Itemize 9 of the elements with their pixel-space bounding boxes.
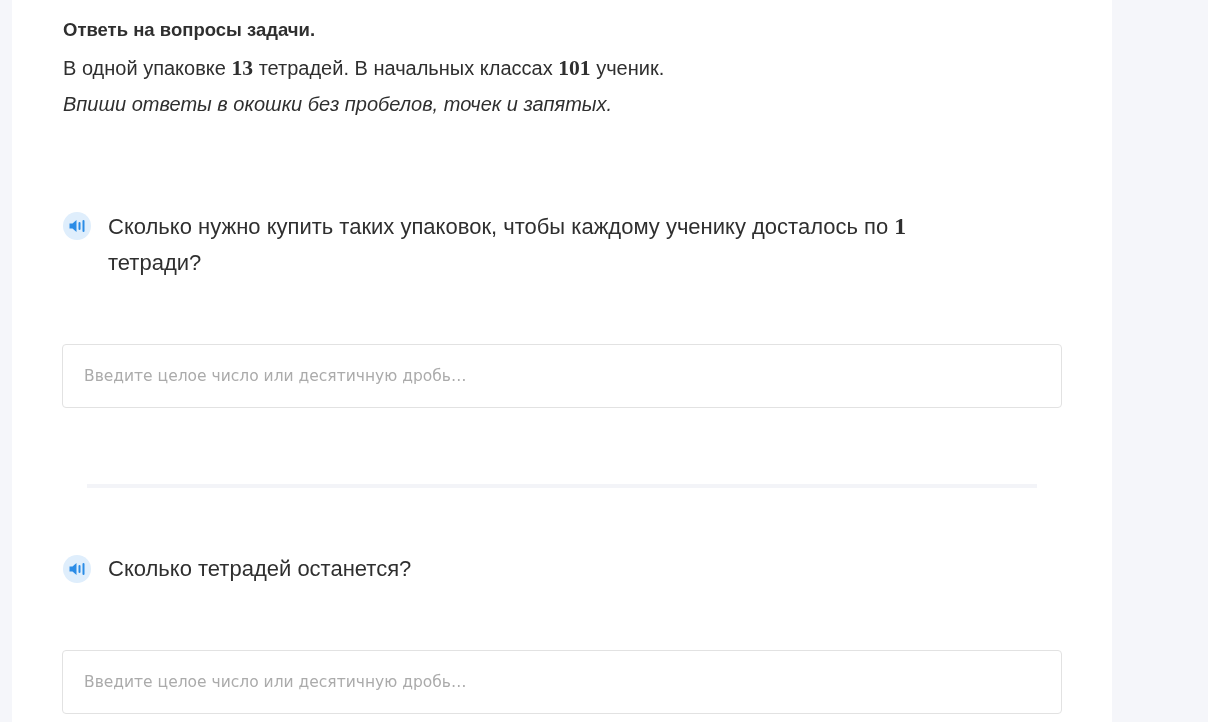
task-instruction: Впиши ответы в окошки без пробелов, точек и запятых.: [63, 92, 614, 117]
task-condition: В одной упаковке 13 тетрадей. В начальных классах 101 ученик.: [63, 55, 666, 82]
answer-field[interactable]: Введите целое число или десятичную дробь…: [62, 344, 1062, 408]
speaker-icon[interactable]: [63, 555, 91, 583]
question-text: Сколько нужно купить таких упаковок, чтобы каждому ученику досталось по 1 тетради?: [108, 212, 908, 277]
question-text: Сколько тетрадей останется?: [108, 555, 412, 583]
task-title: Ответь на вопросы задачи.: [63, 18, 317, 42]
speaker-icon[interactable]: [63, 212, 91, 240]
answer-field[interactable]: Введите целое число или десятичную дробь…: [62, 650, 1062, 714]
